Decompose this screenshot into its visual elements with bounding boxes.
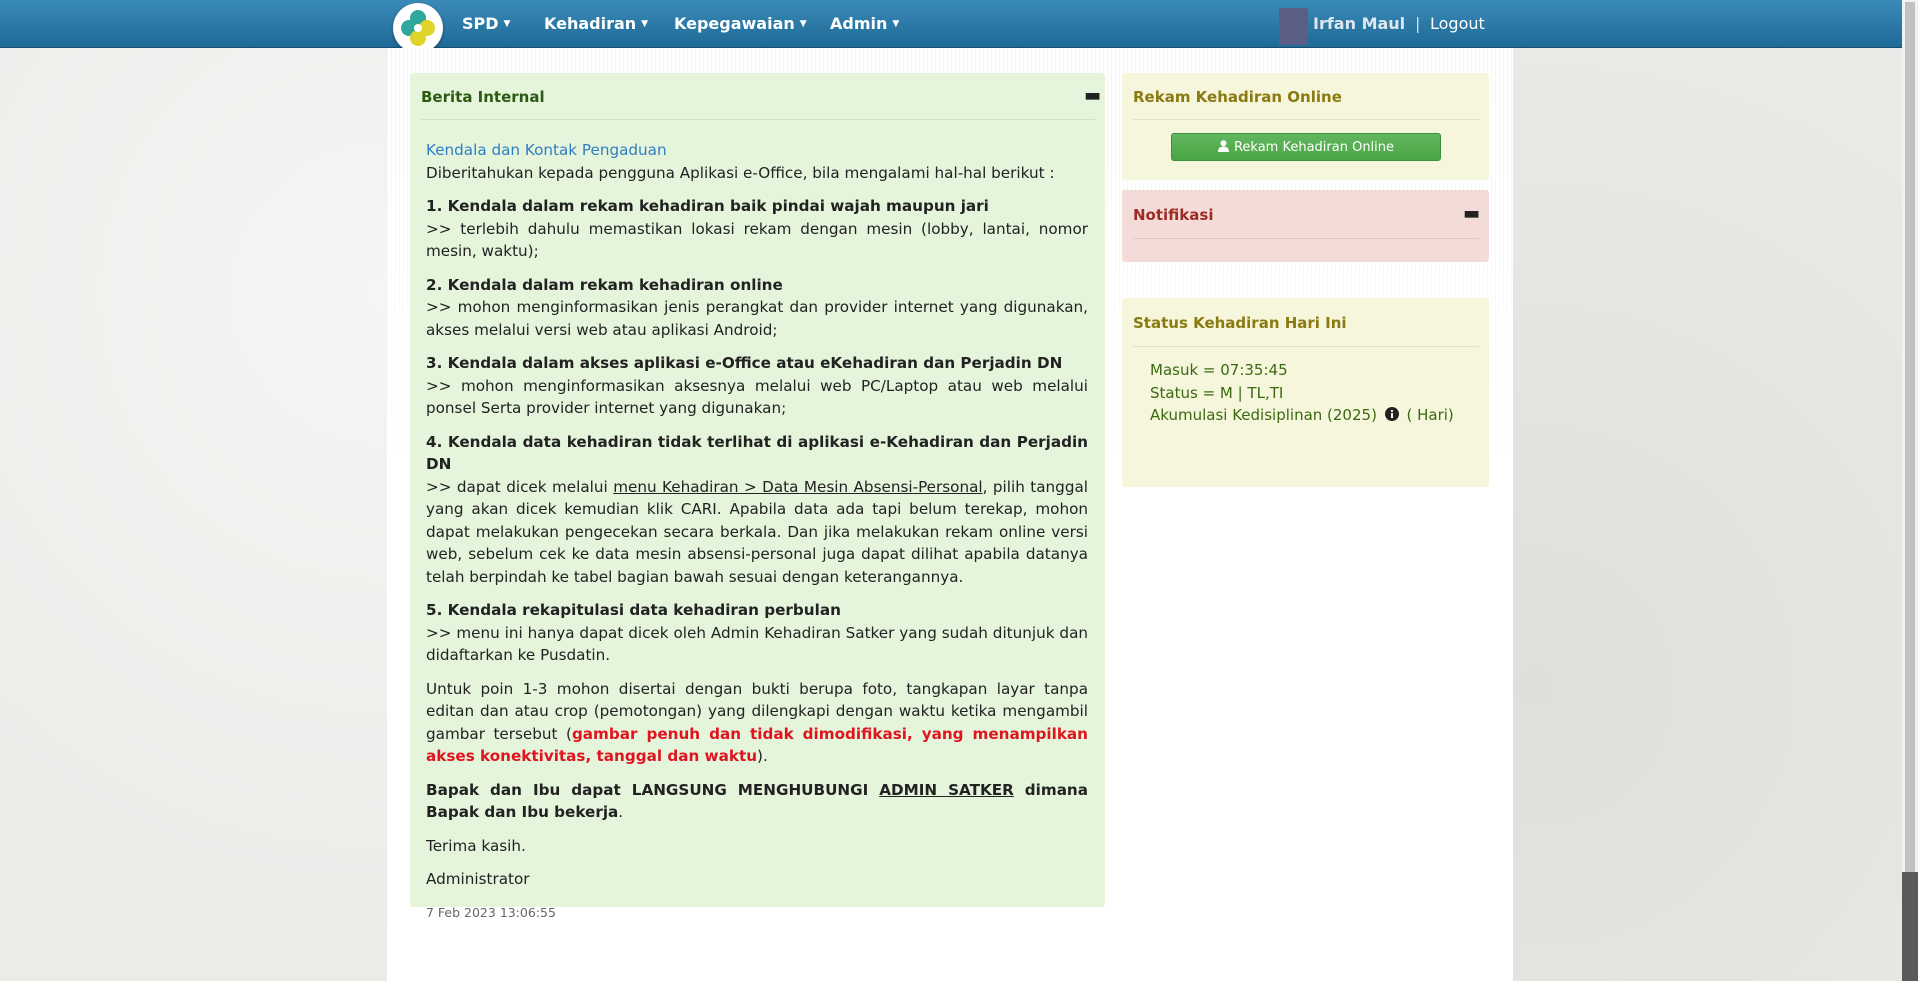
news-poin: Untuk poin 1-3 mohon disertai dengan buk…	[426, 678, 1088, 768]
akumulasi-label: Akumulasi Kedisiplinan (2025)	[1150, 406, 1377, 424]
news-item-text-a: >> dapat dicek melalui	[426, 477, 614, 496]
nav-admin[interactable]: Admin ▼	[830, 14, 899, 33]
nav-admin-label: Admin	[830, 14, 888, 33]
divider	[1133, 119, 1479, 120]
app-logo[interactable]	[393, 3, 443, 53]
news-item-heading: 1. Kendala dalam rekam kehadiran baik pi…	[426, 197, 989, 215]
user-name[interactable]: Irfan Maul	[1313, 14, 1405, 33]
status-panel: Status Kehadiran Hari Ini Masuk = 07:35:…	[1122, 298, 1489, 487]
divider	[1133, 238, 1479, 239]
news-item-text: >> mohon menginformasikan aksesnya melal…	[426, 376, 1088, 418]
news-item-text: >> dapat dicek melalui menu Kehadiran > …	[426, 476, 1088, 589]
news-item-text: >> menu ini hanya dapat dicek oleh Admin…	[426, 623, 1088, 665]
nav-spd-label: SPD	[462, 14, 499, 33]
akumulasi-hari: ( Hari)	[1406, 406, 1454, 424]
rekam-kehadiran-button[interactable]: Rekam Kehadiran Online	[1171, 133, 1441, 161]
caret-down-icon: ▼	[799, 19, 807, 29]
nav-kepegawaian[interactable]: Kepegawaian ▼	[674, 14, 807, 33]
avatar[interactable]	[1279, 8, 1308, 45]
status-akumulasi: Akumulasi Kedisiplinan (2025) ( Hari)	[1150, 404, 1454, 427]
admin-satker-link[interactable]: ADMIN SATKER	[879, 781, 1014, 799]
news-date: 7 Feb 2023 13:06:55	[426, 904, 556, 920]
notif-panel-title: Notifikasi	[1133, 206, 1214, 224]
caret-down-icon: ▼	[892, 19, 900, 29]
news-body: Kendala dan Kontak Pengaduan Diberitahuk…	[426, 139, 1088, 924]
status-panel-title: Status Kehadiran Hari Ini	[1133, 314, 1347, 332]
user-icon	[1217, 140, 1229, 152]
poin-text-b: ).	[757, 747, 768, 765]
news-panel-title: Berita Internal	[421, 88, 545, 106]
news-collapse-button[interactable]: ▬	[1084, 85, 1101, 106]
nav-separator: |	[1415, 14, 1421, 33]
nav-kehadiran-label: Kehadiran	[544, 14, 637, 33]
news-link[interactable]: Kendala dan Kontak Pengaduan	[426, 139, 1088, 162]
scrollbar-track-end	[1902, 872, 1918, 981]
contact-end: .	[618, 803, 624, 821]
page-scrollbar[interactable]	[1902, 0, 1918, 981]
notif-collapse-button[interactable]: ▬	[1463, 203, 1480, 224]
info-icon[interactable]	[1384, 407, 1399, 421]
news-item-heading: 3. Kendala dalam akses aplikasi e-Office…	[426, 354, 1063, 372]
status-kode: Status = M | TL,TI	[1150, 383, 1284, 402]
nav-spd[interactable]: SPD ▼	[462, 14, 510, 33]
nav-kepegawaian-label: Kepegawaian	[674, 14, 795, 33]
news-panel: Berita Internal ▬ Kendala dan Kontak Pen…	[410, 73, 1105, 920]
clover-logo-icon	[401, 10, 435, 46]
news-item-text: >> mohon menginformasikan jenis perangka…	[426, 298, 1088, 339]
news-signature: Administrator	[426, 870, 530, 888]
rekam-button-label: Rekam Kehadiran Online	[1233, 140, 1395, 155]
rekam-panel-title: Rekam Kehadiran Online	[1133, 88, 1342, 106]
divider	[421, 119, 1095, 120]
caret-down-icon: ▼	[641, 19, 649, 29]
news-intro: Diberitahukan kepada pengguna Aplikasi e…	[426, 163, 1055, 182]
scrollbar-thumb[interactable]	[1905, 2, 1915, 874]
divider	[1133, 346, 1479, 347]
news-item-text: >> terlebih dahulu memastikan lokasi rek…	[426, 219, 1088, 261]
status-body: Masuk = 07:35:45 Status = M | TL,TI Akum…	[1150, 359, 1454, 427]
news-item-heading: 5. Kendala rekapitulasi data kehadiran p…	[426, 601, 841, 619]
notif-panel: Notifikasi ▬	[1122, 190, 1489, 262]
logout-link[interactable]: Logout	[1430, 14, 1485, 33]
contact-text-a: Bapak dan Ibu dapat LANGSUNG MENGHUBUNGI	[426, 780, 880, 799]
top-navbar: SPD ▼ Kehadiran ▼ Kepegawaian ▼ Admin ▼ Irfa…	[0, 0, 1902, 53]
caret-down-icon: ▼	[503, 19, 511, 29]
rekam-panel: Rekam Kehadiran Online Rekam Kehadiran O…	[1122, 73, 1489, 180]
news-contact: Bapak dan Ibu dapat LANGSUNG MENGHUBUNGI…	[426, 779, 1088, 824]
status-masuk: Masuk = 07:35:45	[1150, 361, 1288, 379]
menu-link[interactable]: menu Kehadiran > Data Mesin Absensi-Pers…	[613, 478, 982, 496]
news-item-heading: 4. Kendala data kehadiran tidak terlihat…	[426, 432, 1088, 474]
news-thanks: Terima kasih.	[426, 836, 526, 855]
news-item-heading: 2. Kendala dalam rekam kehadiran online	[426, 275, 783, 294]
nav-kehadiran[interactable]: Kehadiran ▼	[544, 14, 648, 33]
